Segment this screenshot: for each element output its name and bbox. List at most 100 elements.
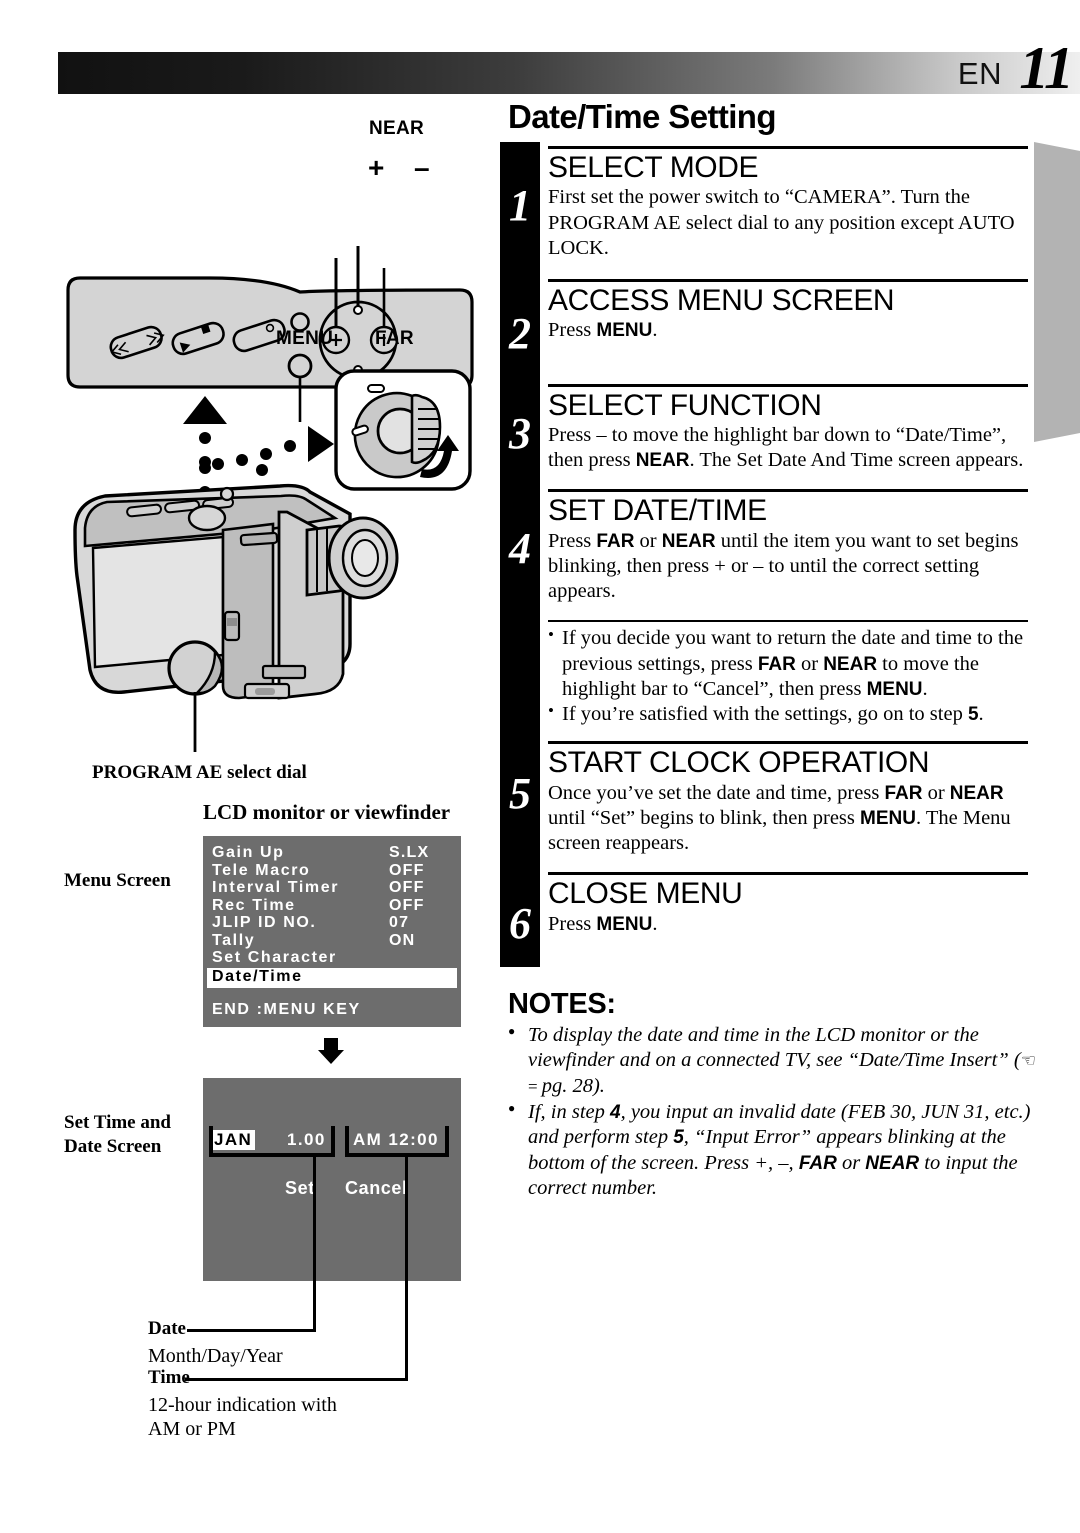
- osd-month-value[interactable]: JAN: [211, 1130, 256, 1150]
- step-4-bullet-2: If you’re satisfied with the settings, g…: [548, 701, 1028, 727]
- camcorder-illustration: [73, 483, 399, 752]
- menu-row-label: Tally: [212, 931, 256, 949]
- bullet-1-b: FAR: [757, 653, 796, 675]
- step-3-body: Press – to move the highlight bar down t…: [548, 423, 1028, 473]
- menu-row-label: Set Character: [212, 949, 337, 966]
- note-2-a: If, in step: [528, 1100, 610, 1123]
- step-1-heading: SELECT MODE: [548, 151, 759, 184]
- date-leader-line-horizontal: [187, 1329, 316, 1332]
- time-leader-line-down: [405, 1281, 408, 1381]
- note-1-b: pg. 28).: [536, 1074, 605, 1097]
- notes-list: To display the date and time in the LCD …: [508, 1023, 1036, 1201]
- menu-row[interactable]: Tele Macro OFF: [203, 862, 461, 880]
- step-5-body-d: NEAR: [949, 782, 1004, 804]
- date-leader-line-down: [313, 1281, 316, 1331]
- time-leader-line-vertical: [405, 1156, 408, 1281]
- menu-row[interactable]: Rec Time OFF: [203, 897, 461, 915]
- menu-footer-hint: END :MENU KEY: [212, 1000, 361, 1018]
- note-item-2: If, in step 4, you input an invalid date…: [508, 1100, 1036, 1201]
- note-2-b: 4: [610, 1101, 621, 1123]
- bullet-2-a: If you’re satisfied with the settings, g…: [562, 703, 968, 725]
- step-2-body-bold: MENU: [596, 320, 653, 342]
- step-6-body: Press MENU.: [548, 912, 1028, 937]
- date-label: Date: [148, 1318, 186, 1339]
- menu-row-value: ON: [389, 931, 416, 949]
- menu-row-label: Tele Macro: [212, 861, 311, 879]
- step-4: SET DATE/TIME Press FAR or NEAR until th…: [548, 485, 1028, 604]
- note-item-1: To display the date and time in the LCD …: [508, 1023, 1036, 1099]
- header-language-code: EN: [957, 56, 1002, 91]
- step-2: ACCESS MENU SCREEN Press MENU.: [548, 275, 1028, 344]
- step-6-body-pre: Press: [548, 912, 597, 935]
- edge-tab-marker: [1034, 142, 1080, 442]
- step-divider: [548, 383, 1028, 387]
- note-2-g: or: [836, 1151, 866, 1174]
- date-underline-tick-left: [209, 1126, 213, 1156]
- illustration-column: NEAR + – MENU FAR PROGRAM AE select dial…: [0, 0, 500, 1533]
- step-4-body-a: Press: [548, 529, 597, 552]
- note-2-d: 5: [673, 1127, 684, 1149]
- time-underline-tick-left: [345, 1126, 349, 1156]
- bullet-1-c: or: [795, 652, 824, 675]
- menu-row[interactable]: JLIP ID NO. 07: [203, 914, 461, 932]
- step-4-body-d: NEAR: [661, 530, 716, 552]
- set-date-time-osd: JAN 1.00 AM 12:00 Set Cancel: [203, 1078, 461, 1281]
- osd-cancel-option[interactable]: Cancel: [345, 1178, 408, 1199]
- bullet-1-g: .: [922, 677, 928, 700]
- bullet-1-f: MENU: [866, 678, 923, 700]
- step-6: CLOSE MENU Press MENU.: [548, 868, 1028, 937]
- osd-time-value[interactable]: AM 12:00: [353, 1130, 439, 1150]
- menu-row-value: OFF: [389, 879, 425, 896]
- menu-row-selected[interactable]: Date/Time: [207, 967, 457, 988]
- step-3-body-b: NEAR: [635, 450, 690, 472]
- note-2-h: NEAR: [865, 1152, 920, 1174]
- step-5-body-e: until “Set” begins to blink, then press: [548, 806, 861, 829]
- step-5-body-f: MENU: [860, 807, 916, 829]
- step-5-heading: START CLOCK OPERATION: [548, 746, 930, 780]
- time-field-underline: [345, 1153, 449, 1157]
- set-time-date-screen-caption-line1: Set Time and: [64, 1112, 171, 1133]
- date-underline-tick-right: [331, 1126, 335, 1156]
- lcd-monitor-caption: LCD monitor or viewfinder: [203, 800, 451, 824]
- menu-row[interactable]: Interval Timer OFF: [203, 879, 461, 897]
- step-6-body-bold: MENU: [596, 913, 653, 935]
- near-label: NEAR: [369, 118, 425, 139]
- set-time-date-screen-caption-line2: Date Screen: [64, 1136, 162, 1157]
- step-1: SELECT MODE First set the power switch t…: [548, 142, 1028, 261]
- down-arrow-icon: [318, 1038, 344, 1064]
- minus-label: –: [414, 152, 430, 183]
- far-label: FAR: [375, 328, 414, 349]
- step-5: START CLOCK OPERATION Once you’ve set th…: [548, 737, 1028, 856]
- step-divider: [548, 872, 1028, 876]
- time-description-line1: 12-hour indication with: [148, 1394, 337, 1416]
- menu-row[interactable]: Gain Up S.LX: [203, 844, 461, 862]
- time-underline-tick-right: [445, 1126, 449, 1156]
- menu-row-label: JLIP ID NO.: [212, 914, 317, 931]
- step-5-body: Once you’ve set the date and time, press…: [548, 781, 1028, 857]
- step-number-1: 1: [509, 181, 531, 230]
- menu-row-value: S.LX: [389, 844, 430, 861]
- bullet-2-b: 5: [967, 704, 979, 725]
- menu-row[interactable]: Tally ON: [203, 932, 461, 950]
- plus-label: +: [368, 152, 385, 183]
- menu-row-value: 07: [389, 914, 410, 931]
- step-number-4: 4: [509, 524, 531, 573]
- time-leader-line-horizontal: [185, 1378, 408, 1381]
- step-4-body: Press FAR or NEAR until the item you wan…: [548, 529, 1028, 605]
- menu-label: MENU: [276, 328, 334, 349]
- step-4-notes: If you decide you want to return the dat…: [548, 616, 1028, 727]
- bullet-1-d: NEAR: [823, 653, 878, 675]
- osd-day-year-value[interactable]: 1.00: [287, 1130, 326, 1150]
- step-divider: [548, 146, 1028, 149]
- step-number-5: 5: [509, 769, 531, 818]
- page-title: Date/Time Setting: [508, 98, 777, 135]
- step-2-heading: ACCESS MENU SCREEN: [548, 284, 895, 317]
- step-number-2: 2: [509, 309, 531, 358]
- step-4-bullet-1: If you decide you want to return the dat…: [548, 625, 1028, 702]
- note-2-f: FAR: [798, 1152, 837, 1174]
- menu-screen-caption: Menu Screen: [64, 870, 171, 891]
- menu-row[interactable]: Set Character: [203, 949, 461, 967]
- osd-set-option[interactable]: Set: [285, 1178, 315, 1199]
- menu-row-value: OFF: [389, 861, 425, 879]
- notes-title: NOTES:: [508, 988, 616, 1020]
